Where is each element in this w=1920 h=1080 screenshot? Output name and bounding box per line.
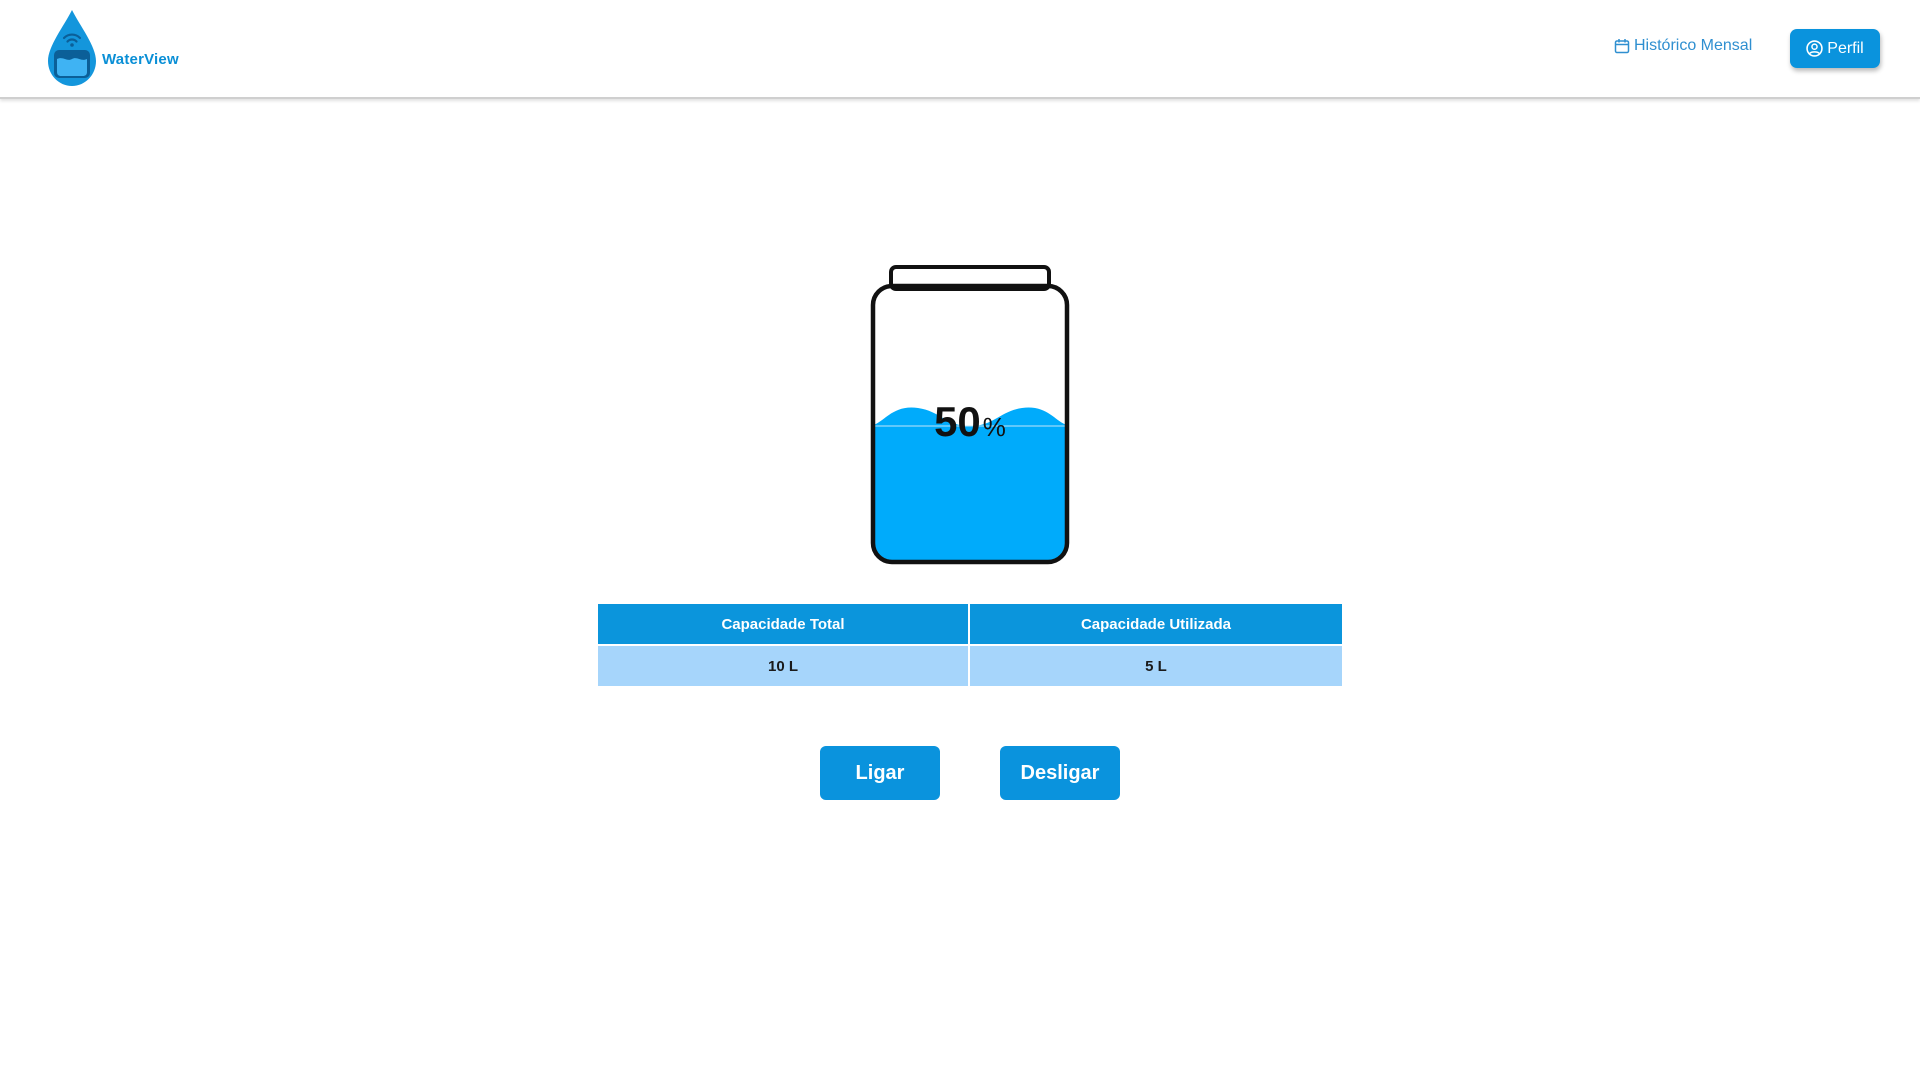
profile-button[interactable]: Perfil	[1790, 29, 1880, 68]
total-capacity-value: 10 L	[598, 644, 970, 686]
monthly-history-link[interactable]: Histórico Mensal	[1614, 37, 1752, 55]
table-header-row: Capacidade Total Capacidade Utilizada	[598, 604, 1342, 644]
percent-symbol: %	[982, 412, 1006, 442]
turn-on-button[interactable]: Ligar	[820, 746, 940, 800]
table-row: 10 L 5 L	[598, 644, 1342, 686]
fill-percentage: 50%	[868, 401, 1072, 443]
top-navbar: WaterView Histórico Mensal Perfil	[0, 0, 1920, 99]
monthly-history-label: Histórico Mensal	[1634, 37, 1753, 54]
capacity-table: Capacidade Total Capacidade Utilizada 10…	[598, 604, 1342, 686]
brand-name: WaterView	[102, 51, 179, 68]
water-tank-gauge: 50%	[868, 263, 1072, 565]
profile-label: Perfil	[1827, 39, 1864, 57]
header-total-capacity: Capacidade Total	[598, 604, 970, 644]
header-used-capacity: Capacidade Utilizada	[970, 604, 1342, 644]
water-drop-wifi-icon	[48, 10, 96, 86]
user-circle-icon	[1806, 40, 1823, 57]
fill-percentage-value: 50	[934, 398, 981, 445]
brand-logo[interactable]: WaterView	[44, 8, 179, 88]
calendar-icon	[1614, 39, 1630, 54]
used-capacity-value: 5 L	[970, 644, 1342, 686]
turn-off-button[interactable]: Desligar	[1000, 746, 1120, 800]
